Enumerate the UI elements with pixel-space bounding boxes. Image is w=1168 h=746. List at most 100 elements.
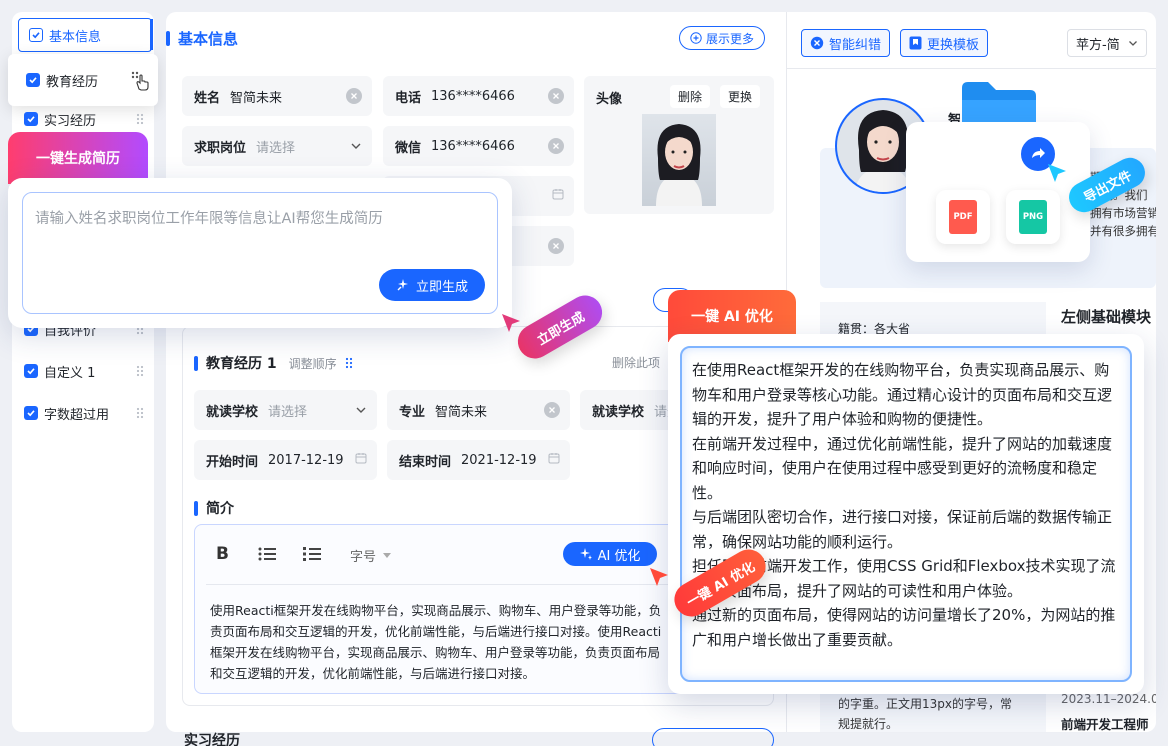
pdf-file-icon[interactable]: PDF [936,190,990,244]
field-label: 就读学校 [592,404,645,420]
generate-now-button[interactable]: 立即生成 [379,269,485,301]
next-section-title: 实习经历 [184,733,240,746]
drag-handle-icon[interactable] [345,357,353,369]
snippet-line: 拥有市场营销 [1090,206,1156,220]
start-date-field[interactable]: 开始时间 2017-12-19 [194,440,377,480]
generate-now-label: 立即生成 [415,279,468,295]
ai-optimize-label: AI 优化 [597,548,641,564]
checkbox-icon[interactable] [24,406,38,420]
sidebar-item-internship[interactable]: 实习经历 [24,102,148,136]
clear-icon[interactable] [548,238,564,254]
clear-icon[interactable] [544,402,560,418]
wechat-field[interactable]: 微信 136****6466 [383,126,574,166]
education-header: 教育经历 1 调整顺序 [194,353,353,373]
field-placeholder: 请选择 [256,140,296,156]
avatar-replace-button[interactable]: 更换 [720,85,761,108]
active-indicator [150,19,153,50]
section-title: 基本信息 [178,30,239,48]
sidebar-item-label: 字数超过用 [44,407,110,423]
drag-handle-icon[interactable] [136,365,144,377]
font-select-value: 苹方-简 [1076,37,1120,53]
sidebar-item-basic[interactable]: 基本信息 [18,18,153,52]
field-label: 专业 [399,404,426,420]
calendar-icon [552,188,564,200]
smart-correct-label: 智能纠错 [829,37,882,53]
checkbox-icon[interactable] [24,364,38,378]
ai-prompt-placeholder: 请输入姓名求职岗位工作年限等信息让AI帮您生成简历 [35,211,383,227]
change-template-button[interactable]: 更换模板 [900,29,989,57]
drag-handle-icon[interactable] [136,113,144,125]
job-title: 前端开发工程师 [1061,717,1149,732]
preview-divider [786,68,1156,69]
section-marker [194,500,198,516]
export-card: PDF PNG [906,122,1090,262]
optimized-paragraph: 在前端开发过程中，通过优化前端性能，提升了网站的加载速度和响应时间，使用户在使用… [692,434,1113,502]
checkbox-icon[interactable] [29,28,43,42]
date-range: 2023.11–2024.03 [1061,692,1156,706]
calendar-icon [548,452,560,464]
optimized-paragraph: 与后端团队密切合作，进行接口对接，保证前后端的数据传输正常，确保网站功能的顺利运… [692,508,1113,551]
school2-select[interactable]: 就读学校 请选 [580,390,680,430]
sidebar-item-custom[interactable]: 自定义 1 [24,354,148,388]
optimized-text-box[interactable]: 在使用React框架开发的在线购物平台，负责实现商品展示、购物车和用户登录等核心… [680,346,1132,682]
show-more-button[interactable]: 展示更多 [679,26,766,50]
chevron-down-icon [350,140,362,152]
numbered-list-icon[interactable] [303,546,321,562]
ai-generate-card: 请输入姓名求职岗位工作年限等信息让AI帮您生成简历 立即生成 [8,178,512,328]
font-size-select[interactable]: 字号 [350,546,392,565]
field-value: 2017-12-19 [268,452,344,468]
bookmark-icon [909,36,922,50]
field-label: 开始时间 [206,454,259,470]
section-marker [194,355,198,371]
end-date-field[interactable]: 结束时间 2021-12-19 [387,440,570,480]
name-field[interactable]: 姓名 智简未来 [182,76,372,116]
field-value: 136****6466 [431,138,515,154]
major-field[interactable]: 专业 智简未来 [387,390,570,430]
clear-icon[interactable] [548,88,564,104]
cursor-arrow-icon [500,312,522,334]
clear-icon[interactable] [346,88,362,104]
reorder-button[interactable]: 调整顺序 [289,355,337,372]
sparkle-icon [579,548,592,560]
sidebar-item-education[interactable]: 教育经历 [8,54,158,106]
job-select[interactable]: 求职岗位 请选择 [182,126,372,166]
ai-optimize-button[interactable]: AI 优化 [563,542,657,566]
intro-title: 简介 [206,501,234,517]
field-label: 电话 [395,90,422,106]
bullet-list-icon[interactable] [258,546,276,562]
field-label: 微信 [395,140,422,156]
bold-icon[interactable]: B [216,544,229,564]
clear-icon[interactable] [548,138,564,154]
phone-field[interactable]: 电话 136****6466 [383,76,574,116]
font-size-label: 字号 [350,550,377,565]
caret-down-icon [383,552,392,558]
chevron-down-icon [1129,41,1137,46]
intro-header: 简介 [194,498,234,518]
avatar-delete-button[interactable]: 删除 [670,85,711,108]
next-section-button[interactable] [652,728,774,746]
bottom-line: 的字重。正文用13px的字号，常 [838,697,1012,711]
ai-optimize-tag-label: 一键 AI 优化 [691,309,773,325]
checkbox-icon[interactable] [26,73,40,87]
smart-correct-button[interactable]: 智能纠错 [801,29,891,57]
delete-item-button[interactable]: 删除此项 [612,354,660,371]
drag-handle-icon[interactable] [136,407,144,419]
module-title: 左侧基础模块 [1061,308,1152,326]
avatar-photo [642,114,716,206]
field-placeholder: 请选择 [268,404,308,420]
ai-prompt-input[interactable]: 请输入姓名求职岗位工作年限等信息让AI帮您生成简历 立即生成 [22,192,498,314]
sidebar-item-label: 实习经历 [44,113,97,129]
field-label: 结束时间 [399,454,452,470]
png-file-icon[interactable]: PNG [1006,190,1060,244]
wand-icon [396,278,410,292]
module-sidebar: 基本信息 教育经历 实习经历 自我评价 自定义 1 字数超过用 [8,12,158,732]
font-select[interactable]: 苹方-简 [1067,29,1147,57]
optimized-paragraph: 在使用React框架开发的在线购物平台，负责实现商品展示、购物车和用户登录等核心… [692,361,1113,428]
field-value: 136****6466 [431,88,515,104]
checkbox-icon[interactable] [24,112,38,126]
intro-text: 使用Reacti框架开发在线购物平台，实现商品展示、购物车、用户登录等功能，负责… [210,603,662,681]
calendar-icon [355,452,367,464]
field-label: 姓名 [194,90,221,106]
sidebar-item-long[interactable]: 字数超过用 [24,396,148,430]
school-select[interactable]: 就读学校 请选择 [194,390,377,430]
